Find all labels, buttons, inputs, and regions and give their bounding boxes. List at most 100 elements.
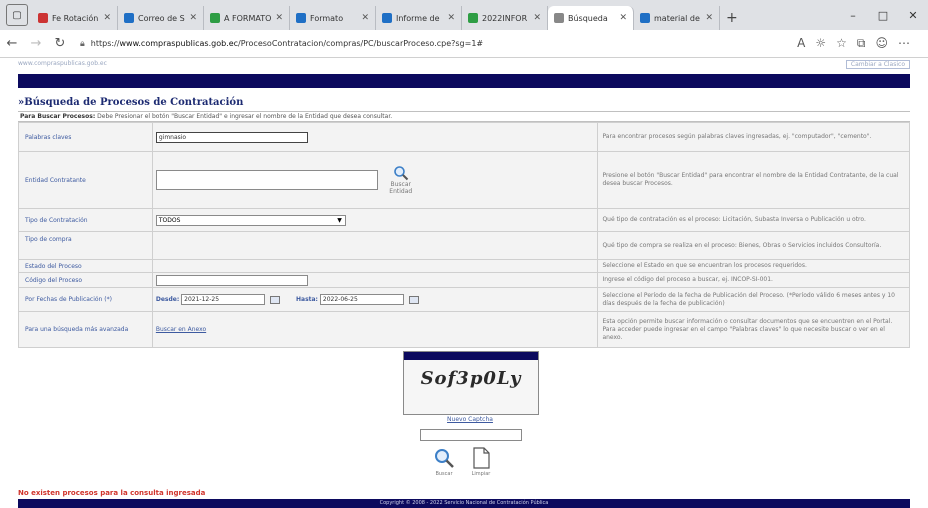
advanced-help: Esta opción permite buscar información o… [597,311,910,348]
tab-label: Búsqueda [568,13,608,23]
contract-type-value: TODOS [158,216,181,224]
tab-favicon-icon [38,13,48,23]
instructions-heading: Para Buscar Procesos: [20,113,96,120]
extensions-icon[interactable]: ☼ [815,36,826,51]
clear-button[interactable]: Limpiar [471,447,491,477]
tab-close-icon[interactable]: ✕ [189,13,197,23]
tab-close-icon[interactable]: ✕ [619,13,627,23]
collections-icon[interactable]: ⧉ [857,36,866,51]
tab-label: Fe Rotación [52,13,99,23]
advanced-label: Para una búsqueda más avanzada [18,311,153,348]
magnifier-icon [393,166,408,181]
tab-label: Informe de [396,13,440,23]
browser-tab-bar: ▢ Fe Rotación ✕ Correo de S ✕ A FORMATO ✕ Form… [0,0,928,30]
browser-tab[interactable]: Formato ✕ [290,6,376,30]
url-host: www.compraspublicas.gob.ec [119,39,239,48]
browser-tab[interactable]: Fe Rotación ✕ [32,6,118,30]
close-window-icon[interactable]: ✕ [898,9,928,30]
entity-label: Entidad Contratante [18,151,153,209]
browser-tab[interactable]: material de ✕ [634,6,720,30]
to-date-input[interactable]: 2022-06-25 [319,294,404,305]
profile-icon[interactable]: ☺ [875,36,888,51]
process-code-label: Código del Proceso [18,272,153,288]
dates-help: Seleccione el Período de la fecha de Pub… [597,287,910,312]
back-icon[interactable]: ← [0,36,24,51]
keywords-input[interactable]: gimnasio [155,131,308,143]
contract-type-help: Qué tipo de contratación es el proceso: … [597,208,910,232]
new-tab-icon[interactable]: + [726,10,738,26]
tab-close-icon[interactable]: ✕ [103,13,111,23]
process-code-input[interactable] [155,274,308,286]
tab-label: A FORMATO [224,13,272,23]
calendar-icon[interactable] [408,295,419,304]
tab-favicon-icon [382,13,392,23]
reload-icon[interactable]: ↻ [48,36,72,51]
tab-label: 2022INFOR [482,13,528,23]
to-date-label: Hasta: [296,296,318,303]
tab-label: Formato [310,13,344,23]
favorites-icon[interactable]: ☆ [836,36,847,51]
tab-close-icon[interactable]: ✕ [275,13,283,23]
captcha-text: Sof3p0Ly [420,368,522,389]
contract-type-select[interactable]: TODOS ▼ [155,214,346,226]
search-annex-link[interactable]: Buscar en Anexo [156,326,206,333]
tab-favicon-icon [554,13,564,23]
captcha-image: Sof3p0Ly [403,351,539,415]
tab-favicon-icon [296,13,306,23]
form-row-process-state: Estado del Proceso Seleccione el Estado … [18,259,910,273]
page-title: »Búsqueda de Procesos de Contratación [18,97,244,108]
process-state-help: Seleccione el Estado en que se encuentra… [597,259,910,273]
chevron-down-icon: ▼ [337,216,342,224]
tab-favicon-icon [210,13,220,23]
read-aloud-icon[interactable]: A [797,36,805,51]
tab-strip: Fe Rotación ✕ Correo de S ✕ A FORMATO ✕ Format… [32,6,720,30]
purchase-type-help: Qué tipo de compra se realiza en el proc… [597,231,910,260]
window-controls: – □ ✕ [838,9,928,30]
keywords-label: Palabras claves [18,122,153,152]
form-row-keywords: Palabras claves gimnasio Para encontrar … [18,122,910,152]
tab-label: material de [654,13,700,23]
more-menu-icon[interactable]: ⋯ [898,36,910,51]
entity-input[interactable] [155,170,378,190]
search-entity-button[interactable]: Buscar Entidad [388,165,414,195]
top-strip: www.compraspublicas.gob.ec Cambiar a Cla… [18,60,910,70]
clear-caption: Limpiar [471,471,491,477]
keywords-help: Para encontrar procesos según palabras c… [597,122,910,152]
browser-tab[interactable]: 2022INFOR ✕ [462,6,548,30]
browser-tab[interactable]: Búsqueda ✕ [548,6,634,30]
form-row-dates: Por Fechas de Publicación (*) Desde: 202… [18,287,910,312]
purchase-type-label: Tipo de compra [18,231,153,260]
browser-tab[interactable]: A FORMATO ✕ [204,6,290,30]
magnifier-icon [435,449,454,468]
browser-tab[interactable]: Correo de S ✕ [118,6,204,30]
contract-type-label: Tipo de Contratación [18,208,153,232]
dates-label: Por Fechas de Publicación (*) [18,287,153,312]
tab-close-icon[interactable]: ✕ [705,13,713,23]
blank-page-icon [473,447,490,469]
no-results-message: No existen procesos para la consulta ing… [18,489,206,497]
classic-view-button[interactable]: Cambiar a Clasico [845,60,910,69]
tab-close-icon[interactable]: ✕ [447,13,455,23]
tab-close-icon[interactable]: ✕ [533,13,541,23]
instructions: Para Buscar Procesos: Debe Presionar el … [18,111,910,122]
process-state-field [151,259,599,273]
from-date-input[interactable]: 2021-12-25 [181,294,266,305]
instructions-text: Debe Presionar el botón "Buscar Entidad"… [97,113,393,120]
new-captcha-link[interactable]: Nuevo Captcha [430,416,510,423]
minimize-icon[interactable]: – [838,9,868,30]
search-button[interactable]: Buscar [433,447,455,477]
forward-icon[interactable]: → [24,36,48,51]
tab-close-icon[interactable]: ✕ [361,13,369,23]
search-entity-caption: Buscar Entidad [389,181,413,195]
browser-tab[interactable]: Informe de ✕ [376,6,462,30]
maximize-icon[interactable]: □ [868,9,898,30]
captcha-input[interactable] [420,429,522,441]
url-field[interactable]: 🔒︎ https://www.compraspublicas.gob.ec/Pr… [80,34,550,54]
window-menu-icon[interactable]: ▢ [6,4,28,26]
search-form: Palabras claves gimnasio Para encontrar … [18,122,910,348]
site-link[interactable]: www.compraspublicas.gob.ec [18,60,107,67]
entity-help: Presione el botón "Buscar Entidad" para … [597,151,910,209]
url-prefix: https:// [90,39,120,48]
tab-favicon-icon [468,13,478,23]
calendar-icon[interactable] [270,295,281,304]
